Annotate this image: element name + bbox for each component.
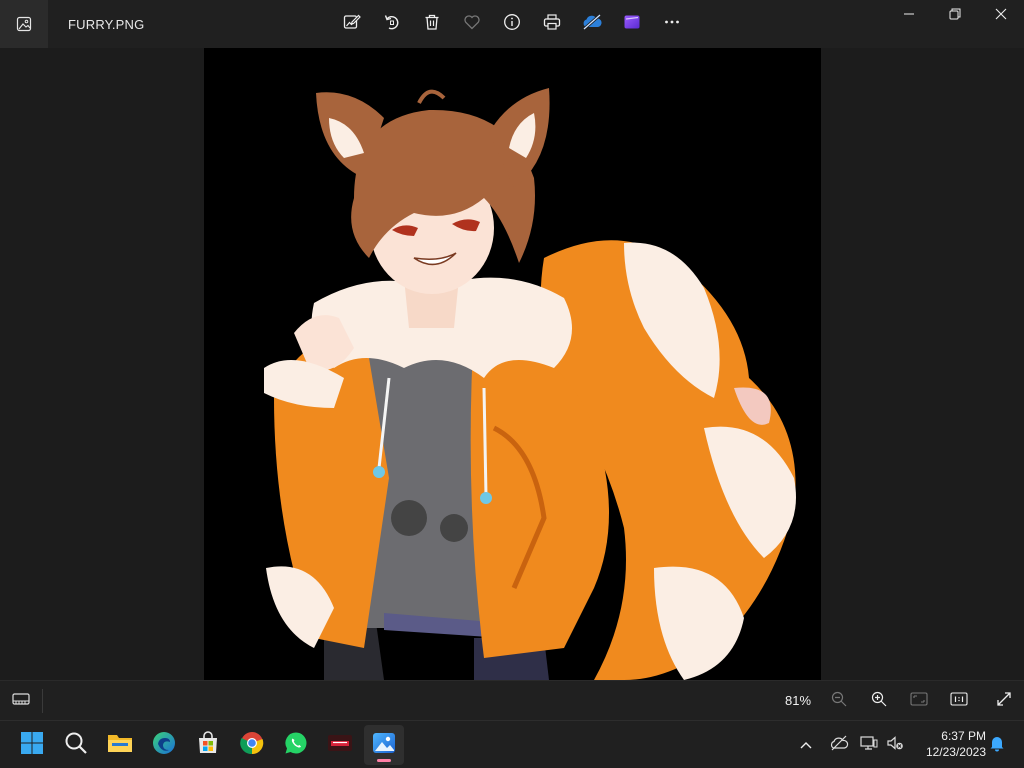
edge-button[interactable]: [144, 725, 184, 765]
fit-to-window-icon: [910, 691, 928, 711]
whatsapp-button[interactable]: [276, 725, 316, 765]
volume-muted-icon: [886, 735, 904, 756]
notifications-button[interactable]: [986, 725, 1008, 765]
rotate-icon: [383, 13, 401, 36]
info-icon: [503, 13, 521, 36]
file-name: FURRY.PNG: [68, 17, 145, 32]
windows-logo-icon: [20, 731, 44, 760]
show-hidden-icons-button[interactable]: [795, 725, 817, 765]
fit-to-window-button[interactable]: [903, 685, 935, 717]
more-button[interactable]: [652, 4, 692, 44]
info-button[interactable]: [492, 4, 532, 44]
close-icon: [995, 7, 1007, 25]
toolbar: [332, 4, 692, 44]
minimize-icon: [903, 7, 915, 25]
edit-image-button[interactable]: [332, 4, 372, 44]
network-icon: [860, 735, 878, 756]
favorite-button[interactable]: [452, 4, 492, 44]
actual-size-button[interactable]: [943, 685, 975, 717]
image-viewer[interactable]: [0, 48, 1024, 680]
store-icon: [196, 730, 220, 760]
store-button[interactable]: [188, 725, 228, 765]
chrome-button[interactable]: [232, 725, 272, 765]
divider: [42, 689, 43, 713]
game-app-button[interactable]: [320, 725, 360, 765]
zoom-level: 81%: [784, 693, 812, 708]
onedrive-offline-icon: [829, 735, 849, 756]
minimize-button[interactable]: [886, 0, 932, 32]
volume-tray-button[interactable]: [884, 725, 906, 765]
displayed-image: [204, 48, 821, 680]
restore-icon: [949, 7, 961, 25]
close-button[interactable]: [978, 0, 1024, 32]
full-screen-button[interactable]: [988, 685, 1020, 717]
onedrive-icon: [581, 13, 603, 36]
zoom-in-button[interactable]: [863, 685, 895, 717]
whatsapp-icon: [284, 731, 308, 760]
window-controls: [886, 0, 1024, 48]
start-button[interactable]: [12, 725, 52, 765]
delete-icon: [423, 13, 441, 36]
restore-button[interactable]: [932, 0, 978, 32]
zoom-out-button[interactable]: [823, 685, 855, 717]
game-icon: [327, 733, 353, 758]
zoom-out-icon: [831, 691, 847, 712]
folder-icon: [107, 731, 133, 760]
bell-icon: [989, 734, 1005, 757]
chevron-up-icon: [800, 736, 812, 754]
status-bar: 81%: [0, 680, 1024, 720]
onedrive-tray-button[interactable]: [826, 725, 852, 765]
edge-icon: [152, 731, 176, 760]
print-button[interactable]: [532, 4, 572, 44]
actual-size-icon: [950, 691, 968, 711]
clock-date: 12/23/2023: [925, 745, 986, 759]
favorite-icon: [463, 13, 481, 36]
more-icon: [663, 13, 681, 36]
clipchamp-button[interactable]: [612, 4, 652, 44]
chrome-icon: [240, 731, 264, 760]
clipchamp-icon: [623, 13, 641, 36]
search-button[interactable]: [56, 725, 96, 765]
onedrive-button[interactable]: [572, 4, 612, 44]
photos-taskbar-button[interactable]: [364, 725, 404, 765]
delete-button[interactable]: [412, 4, 452, 44]
file-explorer-button[interactable]: [100, 725, 140, 765]
full-screen-icon: [996, 691, 1012, 712]
clock[interactable]: 6:37 PM 12/23/2023: [914, 728, 986, 760]
edit-image-icon: [343, 13, 361, 36]
title-bar: FURRY.PNG: [0, 0, 1024, 48]
network-tray-button[interactable]: [858, 725, 880, 765]
print-icon: [543, 13, 561, 36]
zoom-in-icon: [871, 691, 887, 712]
active-indicator: [377, 759, 391, 762]
rotate-button[interactable]: [372, 4, 412, 44]
filmstrip-button[interactable]: [6, 687, 36, 715]
taskbar: 6:37 PM 12/23/2023: [0, 720, 1024, 768]
photos-icon: [372, 731, 396, 760]
filmstrip-icon: [12, 692, 30, 711]
search-icon: [64, 731, 88, 760]
photos-app-icon[interactable]: [0, 0, 48, 48]
clock-time: 6:37 PM: [941, 729, 986, 743]
